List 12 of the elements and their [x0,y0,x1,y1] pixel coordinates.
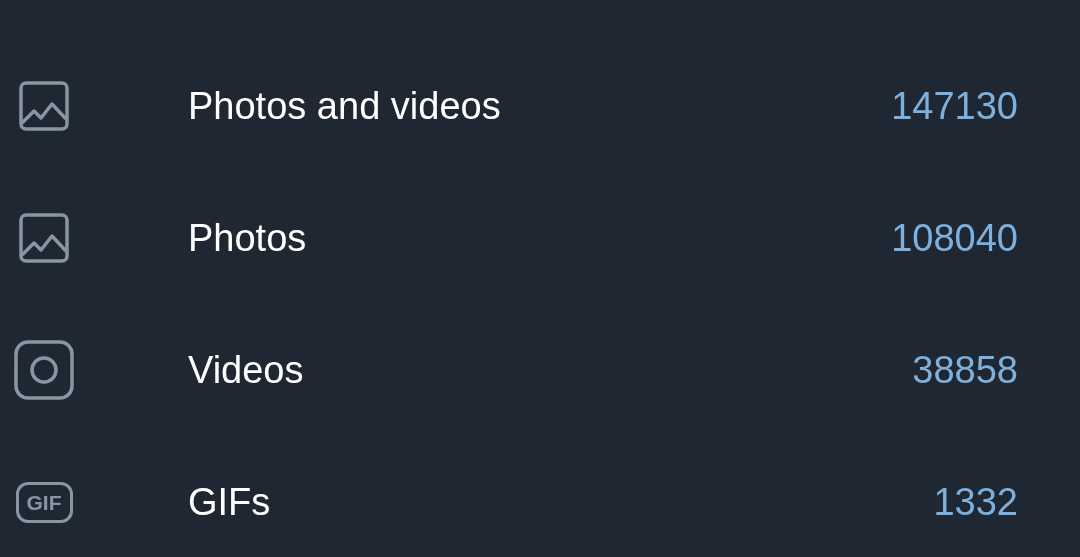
category-label[interactable]: Videos [188,348,913,392]
category-label[interactable]: Photos and videos [188,84,892,128]
item-count: 38858 [912,348,1018,392]
camera-icon [14,340,74,400]
category-label[interactable]: Photos [188,216,892,260]
image-icon [19,81,69,131]
item-count: 1332 [933,480,1018,524]
item-count: 108040 [891,216,1018,260]
item-count: 147130 [891,84,1018,128]
image-icon [19,213,69,263]
gif-icon: GIF [15,481,73,523]
category-label[interactable]: GIFs [188,480,934,524]
